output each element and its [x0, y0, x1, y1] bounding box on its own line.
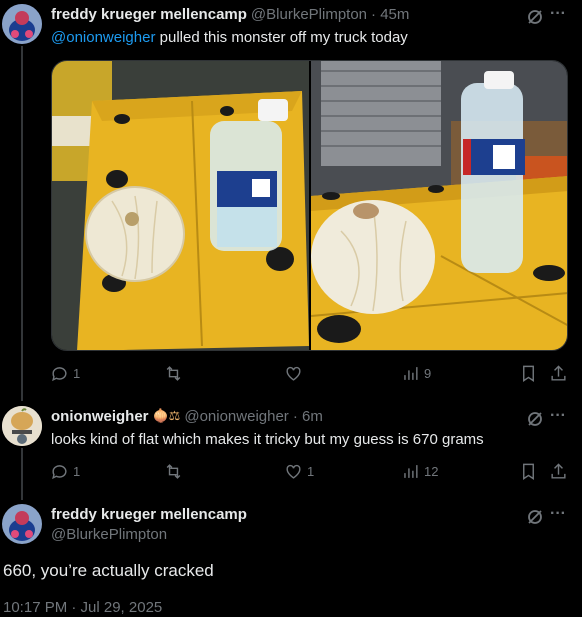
share-icon — [551, 365, 566, 381]
tweet-header: freddy krueger mellencamp @BlurkePlimpto… — [51, 6, 409, 23]
photo-2[interactable] — [310, 61, 567, 350]
like-button[interactable] — [284, 364, 307, 383]
thread-connector — [21, 448, 23, 500]
reply-count: 1 — [73, 366, 81, 381]
media-grid — [51, 60, 568, 351]
views-button[interactable]: 9 — [401, 364, 431, 383]
handle[interactable]: @onionweigher — [184, 408, 288, 425]
reply-button[interactable]: 1 — [50, 462, 80, 481]
view-count: 12 — [424, 464, 439, 479]
tweet-timestamp[interactable]: 10:17 PM · Jul 29, 2025 — [3, 599, 162, 616]
views-button[interactable]: 12 — [401, 462, 438, 481]
tweet-text: looks kind of flat which makes it tricky… — [51, 431, 484, 448]
tweet-text: 660, you’re actually cracked — [3, 561, 214, 580]
mention-link[interactable]: @onionweigher — [51, 29, 155, 46]
tweet-time[interactable]: · 6m — [293, 408, 323, 425]
handle[interactable]: @BlurkePlimpton — [51, 526, 167, 543]
avatar[interactable] — [2, 406, 42, 446]
bookmark-button[interactable] — [519, 364, 538, 383]
retweet-icon — [166, 366, 181, 381]
share-button[interactable] — [549, 364, 568, 383]
grok-icon[interactable] — [526, 410, 544, 432]
retweet-icon — [166, 464, 181, 479]
view-count: 9 — [424, 366, 432, 381]
like-icon — [286, 464, 301, 479]
more-icon[interactable]: ··· — [550, 6, 566, 22]
reply-icon — [52, 465, 67, 480]
display-name[interactable]: freddy krueger mellencamp — [51, 506, 247, 523]
tweet-text: @onionweigher pulled this monster off my… — [51, 29, 408, 46]
display-name[interactable]: freddy krueger mellencamp — [51, 6, 247, 23]
display-name[interactable]: onionweigher — [51, 408, 149, 425]
views-icon — [404, 465, 418, 478]
thread-connector — [21, 46, 23, 401]
handle[interactable]: @BlurkePlimpton — [251, 6, 367, 23]
reply-count: 1 — [73, 464, 81, 479]
grok-icon[interactable] — [526, 8, 544, 30]
views-icon — [404, 367, 418, 380]
grok-icon[interactable] — [526, 508, 544, 530]
reply-icon — [52, 367, 67, 382]
avatar[interactable] — [2, 504, 42, 544]
photo-1[interactable] — [52, 61, 309, 350]
name-emojis: 🧅⚖ — [152, 409, 181, 424]
avatar[interactable] — [2, 4, 42, 44]
retweet-button[interactable] — [164, 462, 183, 481]
like-button[interactable]: 1 — [284, 462, 314, 481]
bookmark-button[interactable] — [519, 462, 538, 481]
share-icon — [551, 463, 566, 479]
like-icon — [286, 366, 301, 381]
bookmark-icon — [523, 463, 534, 480]
like-count: 1 — [307, 464, 315, 479]
reply-button[interactable]: 1 — [50, 364, 80, 383]
retweet-button[interactable] — [164, 364, 183, 383]
share-button[interactable] — [549, 462, 568, 481]
bookmark-icon — [523, 365, 534, 382]
tweet-body: pulled this monster off my truck today — [155, 29, 408, 46]
more-icon[interactable]: ··· — [550, 506, 566, 522]
tweet-header: onionweigher 🧅⚖ @onionweigher · 6m — [51, 408, 323, 425]
more-icon[interactable]: ··· — [550, 408, 566, 424]
tweet-time[interactable]: · 45m — [371, 6, 409, 23]
